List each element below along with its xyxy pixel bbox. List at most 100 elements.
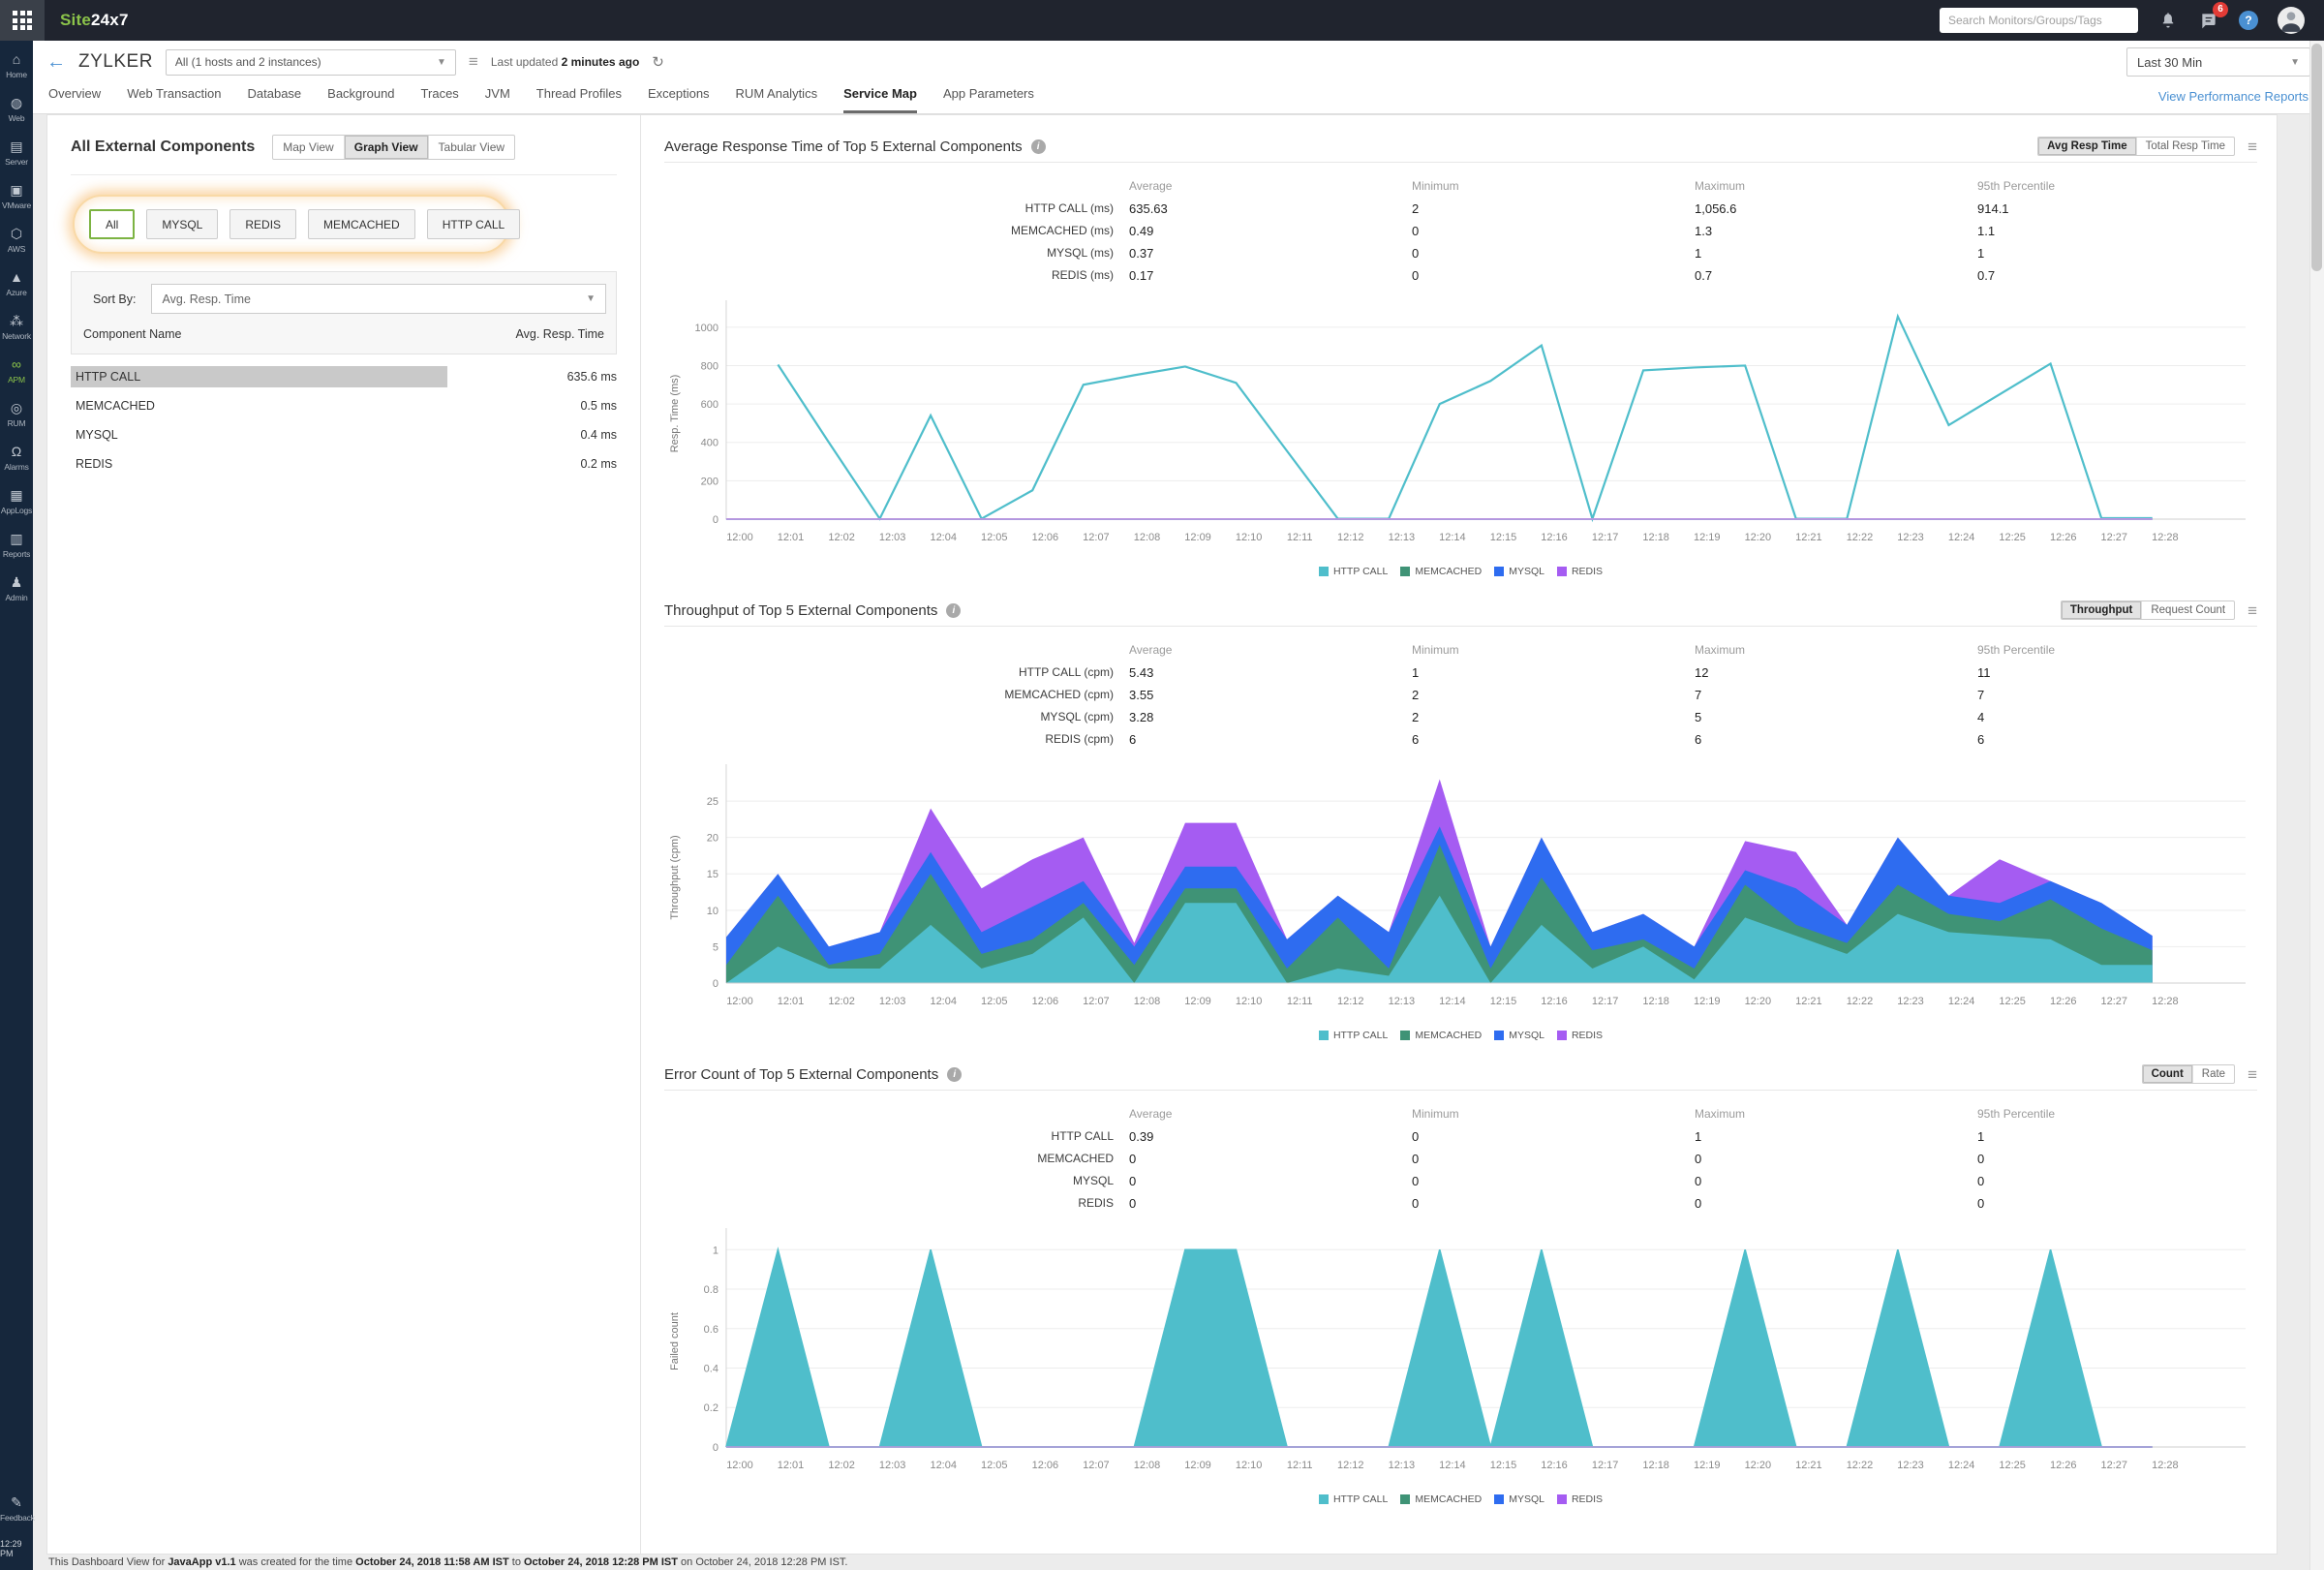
chart-menu-icon[interactable]: ≡ xyxy=(2248,602,2257,619)
table-row[interactable]: HTTP CALL635.6 ms xyxy=(71,362,617,391)
toggle-total-resp-time[interactable]: Total Resp Time xyxy=(2137,138,2234,155)
sidebar-item-apm[interactable]: ∞APM xyxy=(1,350,32,393)
svg-text:0.6: 0.6 xyxy=(704,1324,719,1336)
back-arrow-icon[interactable]: ← xyxy=(46,52,66,72)
stats-value: 0 xyxy=(1695,1192,1977,1215)
tab-jvm[interactable]: JVM xyxy=(485,86,510,113)
tab-thread-profiles[interactable]: Thread Profiles xyxy=(536,86,622,113)
view-performance-reports-link[interactable]: View Performance Reports xyxy=(2158,89,2309,113)
stats-header: Average xyxy=(1129,1103,1412,1125)
sidebar-item-web[interactable]: ◍Web xyxy=(1,88,32,132)
tab-web-transaction[interactable]: Web Transaction xyxy=(127,86,221,113)
filter-chip-memcached[interactable]: MEMCACHED xyxy=(308,209,415,239)
scrollbar-thumb[interactable] xyxy=(2311,44,2322,271)
legend-item-memcached[interactable]: MEMCACHED xyxy=(1400,566,1482,577)
filter-chip-mysql[interactable]: MYSQL xyxy=(146,209,218,239)
legend-item-http-call[interactable]: HTTP CALL xyxy=(1319,566,1388,577)
sidebar-item-home[interactable]: ⌂Home xyxy=(1,45,32,88)
notifications-icon[interactable]: 6 xyxy=(2198,10,2219,31)
azure-icon: ▲ xyxy=(1,270,32,285)
legend-item-redis[interactable]: REDIS xyxy=(1557,566,1603,577)
legend-label: MEMCACHED xyxy=(1415,1493,1482,1505)
tab-overview[interactable]: Overview xyxy=(48,86,101,113)
table-row[interactable]: REDIS0.2 ms xyxy=(71,449,617,478)
sidebar-item-server[interactable]: ▤Server xyxy=(1,132,32,175)
tab-service-map[interactable]: Service Map xyxy=(843,86,917,113)
help-icon[interactable]: ? xyxy=(2239,11,2258,30)
sidebar-item-network[interactable]: ⁂Network xyxy=(1,306,32,350)
search-input[interactable] xyxy=(1948,14,2129,27)
tab-app-parameters[interactable]: App Parameters xyxy=(943,86,1034,113)
stats-header: Average xyxy=(1129,639,1412,662)
chart-metric-toggle: ThroughputRequest Count xyxy=(2061,600,2235,620)
bell-icon[interactable] xyxy=(2157,10,2179,31)
sidebar-item-azure[interactable]: ▲Azure xyxy=(1,262,32,306)
legend-item-mysql[interactable]: MYSQL xyxy=(1494,566,1544,577)
sidebar-item-label: AWS xyxy=(1,244,32,254)
scope-dropdown[interactable]: All (1 hosts and 2 instances) ▼ xyxy=(166,49,456,76)
sidebar-item-rum[interactable]: ◎RUM xyxy=(1,393,32,437)
sidebar-item-reports[interactable]: ▥Reports xyxy=(1,524,32,568)
components-sidebar: All External Components Map ViewGraph Vi… xyxy=(47,115,641,1554)
table-row[interactable]: MYSQL0.4 ms xyxy=(71,420,617,449)
info-icon[interactable]: i xyxy=(1031,139,1046,154)
info-icon[interactable]: i xyxy=(946,603,961,618)
apps-menu-button[interactable] xyxy=(0,0,45,41)
view-toggle-tabular-view[interactable]: Tabular View xyxy=(429,136,514,159)
toggle-request-count[interactable]: Request Count xyxy=(2142,601,2234,619)
global-search[interactable] xyxy=(1940,8,2138,33)
sidebar-item-applogs[interactable]: ▦AppLogs xyxy=(1,480,32,524)
tab-exceptions[interactable]: Exceptions xyxy=(648,86,710,113)
tab-background[interactable]: Background xyxy=(327,86,394,113)
legend-item-http-call[interactable]: HTTP CALL xyxy=(1319,1030,1388,1041)
legend-item-mysql[interactable]: MYSQL xyxy=(1494,1493,1544,1505)
legend-swatch xyxy=(1494,1031,1504,1040)
sidebar-item-aws[interactable]: ⬡AWS xyxy=(1,219,32,262)
toggle-count[interactable]: Count xyxy=(2143,1065,2193,1083)
legend-item-memcached[interactable]: MEMCACHED xyxy=(1400,1030,1482,1041)
toggle-avg-resp-time[interactable]: Avg Resp Time xyxy=(2038,138,2136,155)
view-toggle-graph-view[interactable]: Graph View xyxy=(345,136,429,159)
chart-plot[interactable]: 051015202512:0012:0112:0212:0312:0412:05… xyxy=(664,758,2257,1028)
sidebar-item-vmware[interactable]: ▣VMware xyxy=(1,175,32,219)
tab-rum-analytics[interactable]: RUM Analytics xyxy=(736,86,818,113)
avatar[interactable] xyxy=(2278,7,2305,34)
sidebar-item-admin[interactable]: ♟Admin xyxy=(1,568,32,611)
info-icon[interactable]: i xyxy=(947,1067,962,1082)
toggle-throughput[interactable]: Throughput xyxy=(2062,601,2143,619)
legend-item-http-call[interactable]: HTTP CALL xyxy=(1319,1493,1388,1505)
sidebar-item-alarms[interactable]: ΩAlarms xyxy=(1,437,32,480)
view-toggle-map-view[interactable]: Map View xyxy=(273,136,344,159)
sort-by-dropdown[interactable]: Avg. Resp. Time ▼ xyxy=(151,284,606,314)
chart-title: Error Count of Top 5 External Components xyxy=(664,1066,938,1083)
legend-item-redis[interactable]: REDIS xyxy=(1557,1493,1603,1505)
chart-menu-icon[interactable]: ≡ xyxy=(2248,1066,2257,1083)
stats-value: 0 xyxy=(1412,220,1695,242)
tab-database[interactable]: Database xyxy=(248,86,302,113)
filter-chip-all[interactable]: All xyxy=(89,209,135,239)
chart-section-2: Throughput of Top 5 External Componentsi… xyxy=(664,585,2257,1049)
list-menu-icon[interactable]: ≡ xyxy=(469,52,478,72)
legend-item-memcached[interactable]: MEMCACHED xyxy=(1400,1493,1482,1505)
tab-traces[interactable]: Traces xyxy=(421,86,459,113)
filter-chip-http-call[interactable]: HTTP CALL xyxy=(427,209,520,239)
chart-plot[interactable]: 00.20.40.60.8112:0012:0112:0212:0312:041… xyxy=(664,1222,2257,1492)
time-range-dropdown[interactable]: Last 30 Min ▼ xyxy=(2126,47,2310,77)
legend-item-redis[interactable]: REDIS xyxy=(1557,1030,1603,1041)
chart-menu-icon[interactable]: ≡ xyxy=(2248,139,2257,155)
chart-plot[interactable]: 0200400600800100012:0012:0112:0212:0312:… xyxy=(664,294,2257,564)
sidebar-item-label: Alarms xyxy=(1,462,32,472)
legend-item-mysql[interactable]: MYSQL xyxy=(1494,1030,1544,1041)
svg-text:12:12: 12:12 xyxy=(1337,532,1363,543)
toggle-rate[interactable]: Rate xyxy=(2193,1065,2234,1083)
view-toggle: Map ViewGraph ViewTabular View xyxy=(272,135,515,160)
filter-chip-redis[interactable]: REDIS xyxy=(229,209,296,239)
svg-text:12:08: 12:08 xyxy=(1134,1460,1160,1471)
scrollbar[interactable] xyxy=(2309,41,2324,1570)
table-row[interactable]: MEMCACHED0.5 ms xyxy=(71,391,617,420)
sidebar-item-feedback[interactable]: ✎ Feedback xyxy=(0,1488,33,1531)
svg-text:12:24: 12:24 xyxy=(1948,532,1974,543)
sort-box: Sort By: Avg. Resp. Time ▼ Component Nam… xyxy=(71,271,617,354)
refresh-icon[interactable]: ↻ xyxy=(652,53,664,71)
chevron-down-icon: ▼ xyxy=(2290,57,2300,68)
